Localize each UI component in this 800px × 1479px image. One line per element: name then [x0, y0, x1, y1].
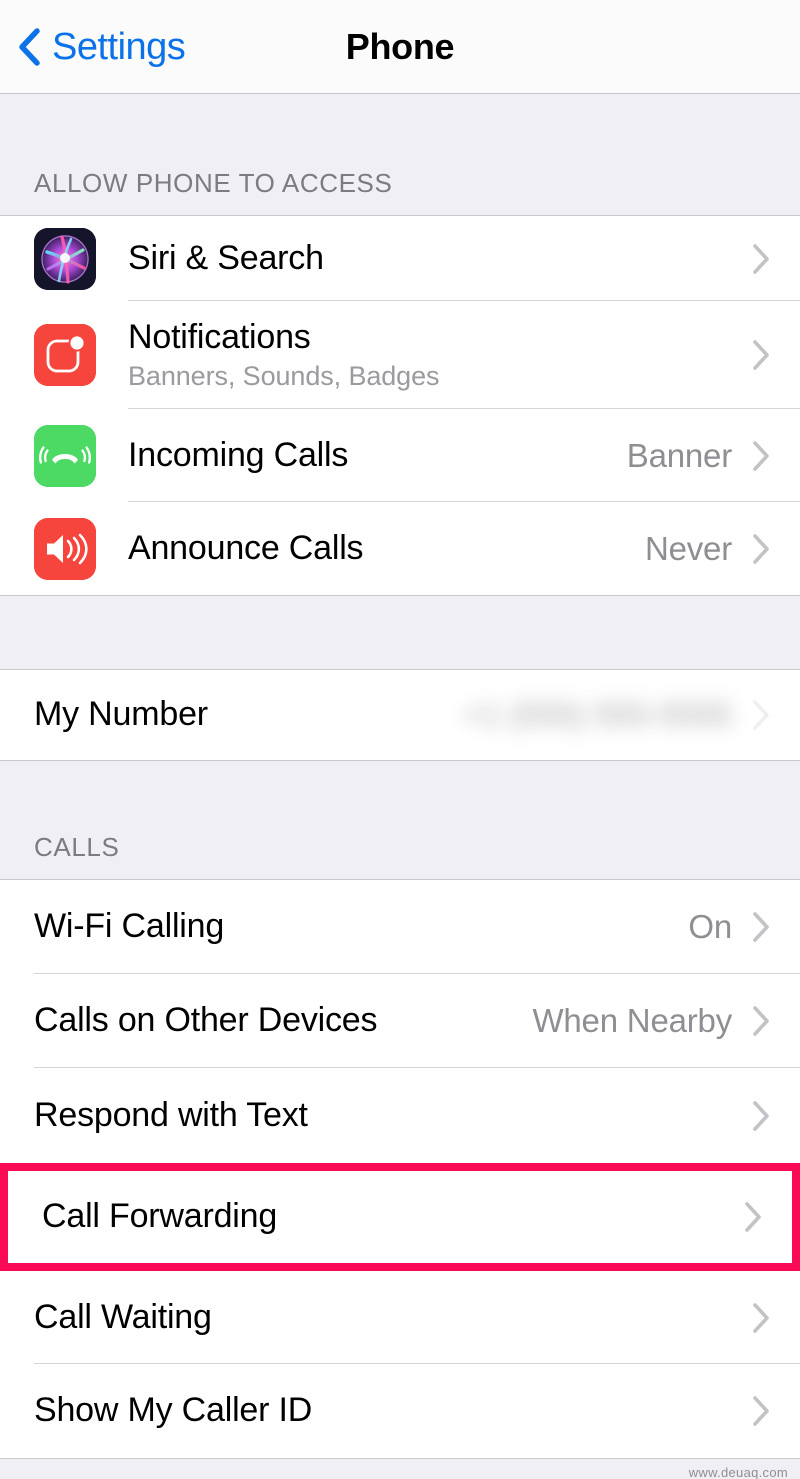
page-title: Phone	[345, 25, 455, 67]
row-my-number[interactable]: My Number +1 (555) 555-5555	[0, 670, 800, 760]
chevron-right-icon	[753, 1302, 769, 1333]
group-allow-phone-to-access: Siri & Search Notifications Banners, Sou…	[0, 216, 800, 595]
row-label: Wi-Fi Calling	[34, 907, 225, 946]
chevron-right-icon	[753, 1006, 769, 1036]
row-calls-on-other-devices[interactable]: Calls on Other Devices When Nearby	[0, 974, 800, 1068]
navigation-bar: Settings Phone	[0, 0, 800, 94]
chevron-right-icon	[753, 340, 769, 370]
row-text-container: Show My Caller ID	[34, 1391, 752, 1430]
chevron-right-icon	[753, 700, 769, 730]
row-show-my-caller-id[interactable]: Show My Caller ID	[0, 1364, 800, 1458]
chevron-right-icon	[753, 243, 769, 274]
notifications-icon	[34, 324, 96, 386]
row-label: Respond with Text	[34, 1095, 308, 1134]
row-label: Notifications	[128, 318, 311, 357]
group-my-number: My Number +1 (555) 555-5555	[0, 670, 800, 760]
chevron-right-icon	[753, 1396, 769, 1426]
watermark-strip: www.deuaq.com	[0, 1458, 800, 1479]
row-text-container: Call Waiting	[34, 1298, 752, 1337]
chevron-right-icon	[745, 1202, 761, 1232]
row-call-waiting[interactable]: Call Waiting	[0, 1271, 800, 1364]
row-incoming-calls[interactable]: Incoming Calls Banner	[0, 409, 800, 502]
section-header-label: CALLS	[34, 832, 120, 862]
row-notifications[interactable]: Notifications Banners, Sounds, Badges	[0, 301, 800, 409]
row-wifi-calling[interactable]: Wi-Fi Calling On	[0, 880, 800, 974]
section-header-calls: CALLS	[0, 760, 800, 880]
phone-settings-screen: Settings Phone ALLOW PHONE TO ACCESS Sir…	[0, 0, 800, 1479]
row-text-container: Respond with Text	[34, 1096, 752, 1135]
row-text-container: Notifications Banners, Sounds, Badges	[128, 318, 752, 392]
siri-icon	[34, 227, 96, 290]
row-label: Siri & Search	[128, 238, 324, 277]
group-calls: Wi-Fi Calling On Calls on Other Devices …	[0, 880, 800, 1458]
row-label: Announce Calls	[128, 528, 364, 567]
row-text-container: Incoming Calls	[128, 436, 627, 475]
row-label: My Number	[34, 695, 208, 734]
row-label: Incoming Calls	[128, 435, 349, 474]
row-value: On	[688, 908, 732, 945]
row-respond-with-text[interactable]: Respond with Text	[0, 1068, 800, 1163]
row-subtitle: Banners, Sounds, Badges	[128, 361, 440, 392]
section-header-allow-phone-to-access: ALLOW PHONE TO ACCESS	[0, 94, 800, 216]
chevron-right-icon	[753, 912, 769, 942]
row-call-forwarding[interactable]: Call Forwarding	[8, 1171, 792, 1263]
row-announce-calls[interactable]: Announce Calls Never	[0, 502, 800, 595]
section-header-label: ALLOW PHONE TO ACCESS	[34, 168, 393, 198]
row-label: Call Waiting	[34, 1297, 212, 1336]
row-text-container: My Number	[34, 695, 463, 734]
row-value: Banner	[626, 436, 732, 474]
section-gap-1	[0, 595, 800, 670]
watermark-text: www.deuaq.com	[688, 1465, 788, 1479]
announce-calls-icon	[34, 517, 96, 580]
row-text-container: Wi-Fi Calling	[34, 907, 688, 946]
chevron-right-icon	[753, 533, 769, 564]
row-label: Show My Caller ID	[34, 1391, 313, 1430]
row-label: Calls on Other Devices	[34, 1001, 378, 1040]
incoming-calls-icon	[34, 424, 96, 487]
row-label: Call Forwarding	[42, 1197, 278, 1236]
row-text-container: Call Forwarding	[42, 1197, 744, 1236]
row-siri-and-search[interactable]: Siri & Search	[0, 216, 800, 301]
row-text-container: Siri & Search	[128, 239, 752, 278]
chevron-right-icon	[753, 440, 769, 471]
row-text-container: Calls on Other Devices	[34, 1001, 532, 1040]
row-value: Never	[644, 529, 732, 567]
row-text-container: Announce Calls	[128, 529, 645, 568]
call-forwarding-highlight-box: Call Forwarding	[0, 1163, 800, 1271]
chevron-right-icon	[753, 1100, 769, 1131]
row-value: When Nearby	[532, 1002, 732, 1039]
row-value-redacted: +1 (555) 555-5555	[462, 696, 732, 733]
